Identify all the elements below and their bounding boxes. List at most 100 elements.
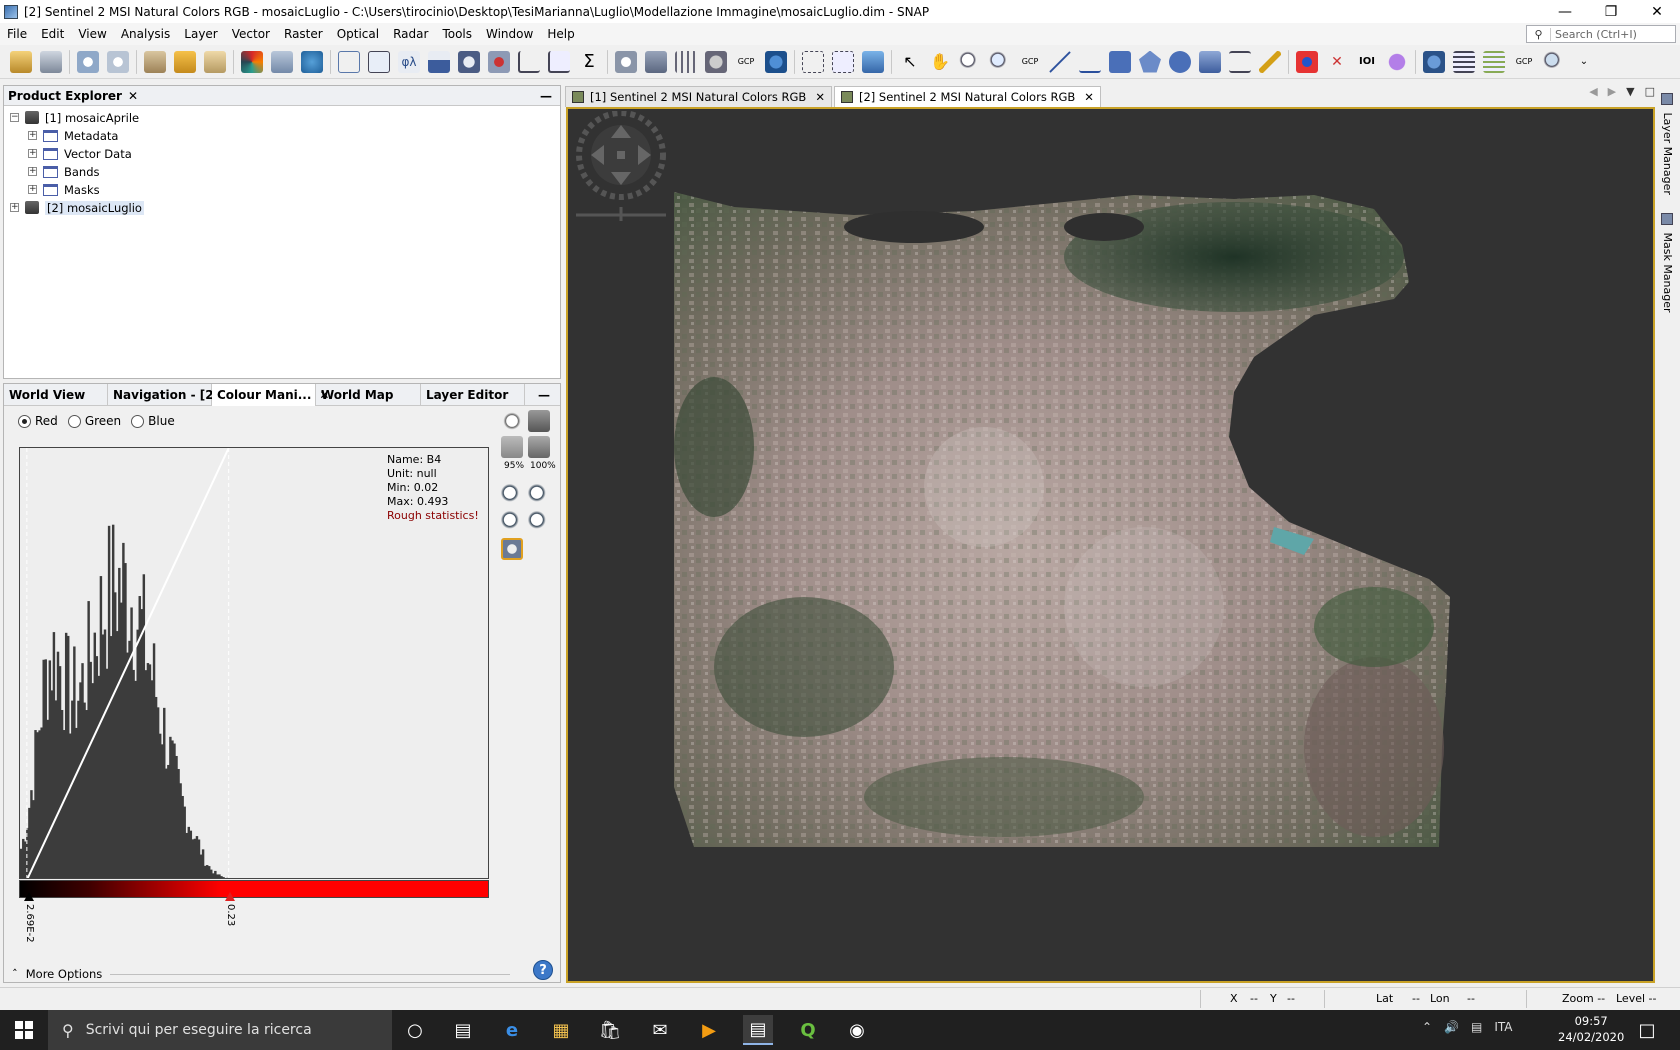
tree-node-vector-data[interactable]: + Vector Data <box>28 145 132 162</box>
tab-layer-manager[interactable]: Layer Manager <box>1661 93 1674 195</box>
expand-icon[interactable]: + <box>28 185 37 194</box>
terrain-icon[interactable] <box>1423 50 1445 73</box>
close-icon[interactable]: ✕ <box>1084 90 1094 104</box>
tab-world-map[interactable]: World Map <box>316 384 421 406</box>
histogram-icon[interactable] <box>428 50 450 73</box>
mail-icon[interactable]: ✉ <box>645 1015 675 1045</box>
tab-navigation[interactable]: Navigation - [2] ... <box>108 384 237 406</box>
range-finder-icon[interactable] <box>1229 50 1251 73</box>
close-window-button[interactable]: ✕ <box>1634 0 1680 23</box>
export-icon[interactable] <box>204 50 226 73</box>
gcp-manager-icon[interactable]: GCP <box>1513 51 1535 73</box>
scroll-right-icon[interactable]: ▶ <box>1608 85 1616 98</box>
tab-list-icon[interactable]: ▼ <box>1626 85 1634 98</box>
plot-icon[interactable] <box>518 50 540 73</box>
sum-icon[interactable]: Σ <box>578 51 600 73</box>
chevron-down-icon[interactable]: ⌄ <box>1573 51 1595 73</box>
minimize-panel-icon[interactable]: — <box>533 384 560 406</box>
scatter-plot-icon[interactable] <box>368 50 390 73</box>
info-toggle-icon[interactable] <box>501 538 523 560</box>
media-player-icon[interactable]: ▶ <box>694 1015 724 1045</box>
import-settings-icon[interactable] <box>528 410 550 432</box>
edge-browser-icon[interactable]: e <box>497 1015 527 1045</box>
wave-icon[interactable] <box>301 50 323 73</box>
search-tool-icon[interactable] <box>1543 50 1565 73</box>
gcp-icon[interactable]: GCP <box>735 51 757 73</box>
expand-icon[interactable]: + <box>28 131 37 140</box>
globe-icon[interactable] <box>615 50 637 73</box>
layers-icon[interactable] <box>271 50 293 73</box>
xy-icon[interactable]: ✕ <box>1326 51 1348 73</box>
pin-manager-icon[interactable] <box>645 50 667 73</box>
radio-green[interactable]: Green <box>67 414 121 428</box>
menu-edit[interactable]: Edit <box>34 27 71 41</box>
ellipse-tool-icon[interactable] <box>1169 50 1191 73</box>
cortana-icon[interactable]: ○ <box>400 1015 430 1045</box>
tree-node-metadata[interactable]: + Metadata <box>28 127 118 144</box>
navigation-control[interactable] <box>572 110 670 226</box>
minimize-panel-icon[interactable]: — <box>540 89 552 103</box>
minimize-button[interactable]: — <box>1542 0 1588 23</box>
stack-icon[interactable] <box>1453 50 1475 73</box>
slider-max-label[interactable]: 0.23 <box>225 904 236 926</box>
export-settings-icon[interactable] <box>528 436 550 458</box>
menu-file[interactable]: File <box>0 27 34 41</box>
volume-icon[interactable]: 🔊 <box>1444 1020 1459 1034</box>
zoom-in-vertical-icon[interactable] <box>501 484 523 506</box>
radio-button[interactable] <box>131 415 145 428</box>
snap-taskbar-icon[interactable]: ▤ <box>743 1015 773 1045</box>
menu-vector[interactable]: Vector <box>225 27 277 41</box>
classification-icon[interactable] <box>1386 50 1408 73</box>
redo-icon[interactable] <box>107 50 129 73</box>
notifications-icon[interactable]: □ <box>1632 1015 1662 1045</box>
stamp-icon[interactable] <box>1296 50 1318 73</box>
zoom-95-label[interactable]: 95% <box>504 461 524 471</box>
colour-ramp[interactable] <box>19 880 489 898</box>
tab-view-2[interactable]: [2] Sentinel 2 MSI Natural Colors RGB ✕ <box>833 86 1101 107</box>
graph-builder-icon[interactable] <box>802 50 824 73</box>
select-tool-icon[interactable]: ↖ <box>899 51 921 73</box>
maximize-icon[interactable]: □ <box>1645 85 1655 98</box>
menu-help[interactable]: Help <box>540 27 581 41</box>
profile-plot-icon[interactable] <box>338 50 360 73</box>
binary-icon[interactable]: IOI <box>1356 51 1378 73</box>
task-view-icon[interactable]: ▤ <box>448 1015 478 1045</box>
polygon-tool-icon[interactable] <box>1139 50 1161 73</box>
tree-node-product-1[interactable]: − [1] mosaicAprile <box>10 109 139 126</box>
expand-icon[interactable]: + <box>10 203 19 212</box>
menu-tools[interactable]: Tools <box>435 27 479 41</box>
slider-min-label[interactable]: 2.69E-2 <box>24 904 35 943</box>
statistics-icon[interactable] <box>488 50 510 73</box>
zoom-in-horizontal-icon[interactable] <box>501 511 523 533</box>
zoom-out-vertical-icon[interactable] <box>528 484 550 506</box>
show-hidden-icons-icon[interactable]: ⌃ <box>1422 1020 1432 1034</box>
menu-view[interactable]: View <box>71 27 113 41</box>
zoom-100-label[interactable]: 100% <box>530 461 556 471</box>
tab-colour-manipulation[interactable]: Colour Mani... ✕ <box>212 384 329 406</box>
language-indicator[interactable]: ITA <box>1494 1020 1512 1034</box>
spectrum-icon[interactable]: φλ <box>398 50 420 73</box>
world-icon[interactable] <box>765 50 787 73</box>
pin-icon[interactable] <box>705 50 727 73</box>
collapse-icon[interactable]: − <box>10 113 19 122</box>
paint-icon[interactable]: ◉ <box>842 1015 872 1045</box>
radio-blue[interactable]: Blue <box>131 414 175 428</box>
taskbar-search-box[interactable]: ⚲ Scrivi qui per eseguire la ricerca <box>48 1010 392 1050</box>
information-icon[interactable] <box>458 50 480 73</box>
shape-tool-icon[interactable] <box>1199 50 1221 73</box>
batch-processing-icon[interactable] <box>832 50 854 73</box>
close-icon[interactable]: ✕ <box>815 90 825 104</box>
save-settings-icon[interactable] <box>501 436 523 458</box>
tab-layer-editor[interactable]: Layer Editor <box>421 384 525 406</box>
menu-layer[interactable]: Layer <box>177 27 224 41</box>
navigation-compass-icon[interactable] <box>572 110 670 223</box>
slider-max-handle[interactable] <box>225 892 235 901</box>
import-icon[interactable] <box>174 50 196 73</box>
slider-min-handle[interactable] <box>24 892 34 901</box>
network-icon[interactable]: ▤ <box>1471 1020 1482 1034</box>
restore-button[interactable]: ❐ <box>1588 0 1634 23</box>
menu-optical[interactable]: Optical <box>330 27 386 41</box>
tree-node-masks[interactable]: + Masks <box>28 181 100 198</box>
magic-wand-icon[interactable] <box>1259 50 1281 73</box>
menu-raster[interactable]: Raster <box>277 27 330 41</box>
